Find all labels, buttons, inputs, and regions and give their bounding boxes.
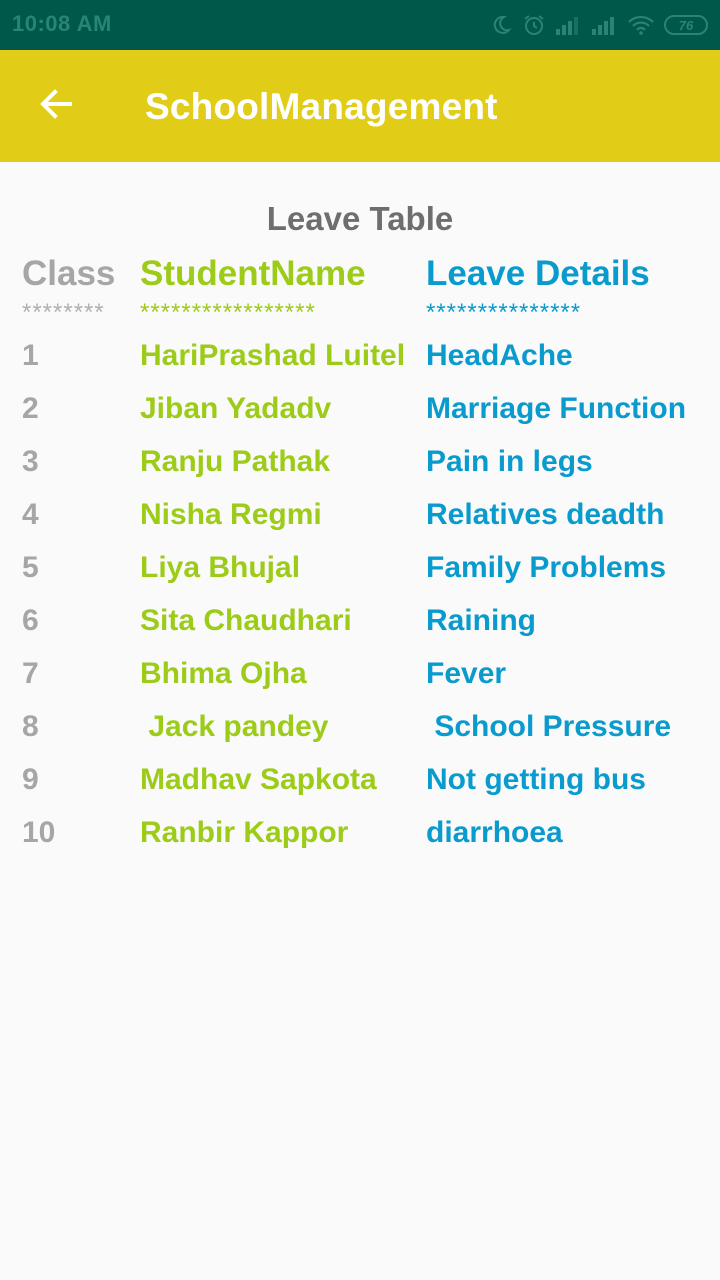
- class-cell: 2: [22, 392, 39, 425]
- table-row: 6 Sita Chaudhari Raining: [22, 604, 712, 657]
- student-name-cell: HariPrashad Luitel: [140, 339, 406, 372]
- leave-details-cell: diarrhoea: [426, 816, 563, 849]
- table-header-row: Class StudentName Leave Details: [22, 254, 712, 299]
- class-cell: 9: [22, 763, 39, 796]
- signal-icon: [556, 15, 582, 35]
- battery-icon: 76: [664, 15, 708, 35]
- table-row: 10 Ranbir Kappor diarrhoea: [22, 816, 712, 869]
- student-name-cell: Jack pandey: [140, 710, 329, 743]
- status-icons: 76: [490, 10, 708, 40]
- table-row: 4 Nisha Regmi Relatives deadth: [22, 498, 712, 551]
- class-cell: 5: [22, 551, 39, 584]
- student-name-cell: Sita Chaudhari: [140, 604, 352, 637]
- student-name-cell: Ranbir Kappor: [140, 816, 349, 849]
- header-leave-details: Leave Details: [426, 254, 650, 293]
- table-row: 7 Bhima Ojha Fever: [22, 657, 712, 710]
- student-name-cell: Ranju Pathak: [140, 445, 331, 478]
- table-row: 1 HariPrashad Luitel HeadAche: [22, 339, 712, 392]
- arrow-left-icon: [38, 86, 74, 127]
- header-student-name: StudentName: [140, 254, 366, 293]
- student-name-cell: Madhav Sapkota: [140, 763, 377, 796]
- table-separator-row: ******** ***************** *************…: [22, 299, 712, 339]
- separator-leave-details: ***************: [426, 299, 582, 326]
- app-bar: SchoolManagement: [0, 50, 720, 162]
- leave-details-cell: Marriage Function: [426, 392, 687, 425]
- leave-details-cell: Pain in legs: [426, 445, 593, 478]
- table-row: 3 Ranju Pathak Pain in legs: [22, 445, 712, 498]
- class-cell: 10: [22, 816, 56, 849]
- class-cell: 6: [22, 604, 39, 637]
- leave-details-cell: Family Problems: [426, 551, 667, 584]
- app-title: SchoolManagement: [145, 86, 498, 127]
- moon-icon: [490, 14, 512, 36]
- table-row: 8 Jack pandey School Pressure: [22, 710, 712, 763]
- header-class: Class: [22, 254, 116, 293]
- table-row: 2 Jiban Yadadv Marriage Function: [22, 392, 712, 445]
- leave-details-cell: Fever: [426, 657, 507, 690]
- class-cell: 1: [22, 339, 39, 372]
- class-cell: 8: [22, 710, 39, 743]
- back-button[interactable]: [26, 76, 86, 136]
- leave-details-cell: School Pressure: [426, 710, 672, 743]
- separator-student-name: *****************: [140, 299, 316, 326]
- class-cell: 7: [22, 657, 39, 690]
- page-title: Leave Table: [266, 200, 454, 237]
- leave-details-cell: Raining: [426, 604, 536, 637]
- wifi-icon: [628, 15, 654, 35]
- table-row: 9 Madhav Sapkota Not getting bus: [22, 763, 712, 816]
- signal-icon: [592, 15, 618, 35]
- table-row: 5 Liya Bhujal Family Problems: [22, 551, 712, 604]
- leave-table: Class StudentName Leave Details ********…: [22, 254, 712, 869]
- status-time: 10:08 AM: [12, 11, 112, 36]
- leave-details-cell: Not getting bus: [426, 763, 646, 796]
- student-name-cell: Jiban Yadadv: [140, 392, 332, 425]
- separator-class: ********: [22, 299, 105, 326]
- alarm-icon: [522, 13, 546, 37]
- student-name-cell: Nisha Regmi: [140, 498, 322, 531]
- leave-details-cell: Relatives deadth: [426, 498, 665, 531]
- class-cell: 4: [22, 498, 39, 531]
- status-bar: 10:08 AM 76: [0, 0, 720, 50]
- class-cell: 3: [22, 445, 39, 478]
- student-name-cell: Liya Bhujal: [140, 551, 301, 584]
- leave-details-cell: HeadAche: [426, 339, 573, 372]
- student-name-cell: Bhima Ojha: [140, 657, 307, 690]
